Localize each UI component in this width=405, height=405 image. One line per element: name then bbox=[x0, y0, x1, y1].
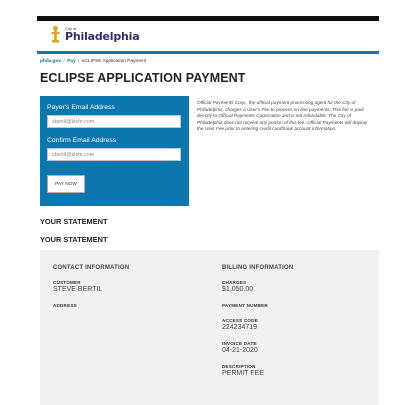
statement-panel: CONTACT INFORMATION CUSTOMER STEVE BERTI… bbox=[40, 250, 379, 405]
city-logo[interactable]: City of Philadelphia bbox=[50, 23, 140, 45]
payer-email-input[interactable]: sbertil@klehr.com bbox=[47, 115, 181, 128]
payment-number-label: PAYMENT NUMBER bbox=[222, 303, 268, 308]
logo-city-name: Philadelphia bbox=[65, 29, 140, 43]
breadcrumb-separator: / bbox=[63, 59, 65, 64]
breadcrumb-current: eCLIPSE Application Payment bbox=[81, 59, 147, 64]
pay-now-button[interactable]: PAY NOW bbox=[47, 175, 85, 193]
top-bar bbox=[37, 16, 379, 21]
page-title: ECLIPSE APPLICATION PAYMENT bbox=[40, 71, 246, 85]
statement-heading-secondary: YOUR STATEMENT bbox=[40, 235, 108, 244]
invoice-date-label: INVOICE DATE bbox=[222, 341, 257, 346]
contact-info-title: CONTACT INFORMATION bbox=[53, 265, 130, 271]
breadcrumb-separator: / bbox=[77, 59, 80, 64]
breadcrumb-pay-link[interactable]: Pay bbox=[67, 59, 76, 64]
payer-email-label: Payer's Email Address bbox=[47, 104, 115, 111]
breadcrumb: phila.gov / Pay / eCLIPSE Application Pa… bbox=[40, 59, 146, 64]
invoice-date-value: 04-21-2020 bbox=[222, 347, 258, 354]
city-logo-icon bbox=[51, 25, 60, 43]
description-label: DESCRIPTION bbox=[222, 364, 256, 369]
customer-value: STEVE BERTIL bbox=[53, 286, 103, 293]
header-accent-strip bbox=[37, 51, 379, 54]
charges-value: $1,050.00 bbox=[222, 286, 254, 293]
billing-info-title: BILLING INFORMATION bbox=[222, 265, 294, 271]
access-code-label: ACCESS CODE bbox=[222, 318, 258, 323]
address-label: ADDRESS bbox=[53, 303, 77, 308]
breadcrumb-home-link[interactable]: phila.gov bbox=[40, 59, 61, 64]
confirm-email-input[interactable]: sbertil@klehr.com bbox=[47, 148, 181, 161]
customer-label: CUSTOMER bbox=[53, 280, 81, 285]
access-code-value: 224234719 bbox=[222, 324, 258, 331]
payment-form: Payer's Email Address sbertil@klehr.com … bbox=[40, 96, 189, 206]
confirm-email-label: Confirm Email Address bbox=[47, 137, 117, 144]
fee-disclaimer: Official Payments Corp., the official pa… bbox=[197, 100, 368, 132]
description-value: PERMIT FEE bbox=[222, 370, 264, 377]
statement-heading: YOUR STATEMENT bbox=[40, 217, 108, 226]
charges-label: CHARGES bbox=[222, 280, 247, 285]
